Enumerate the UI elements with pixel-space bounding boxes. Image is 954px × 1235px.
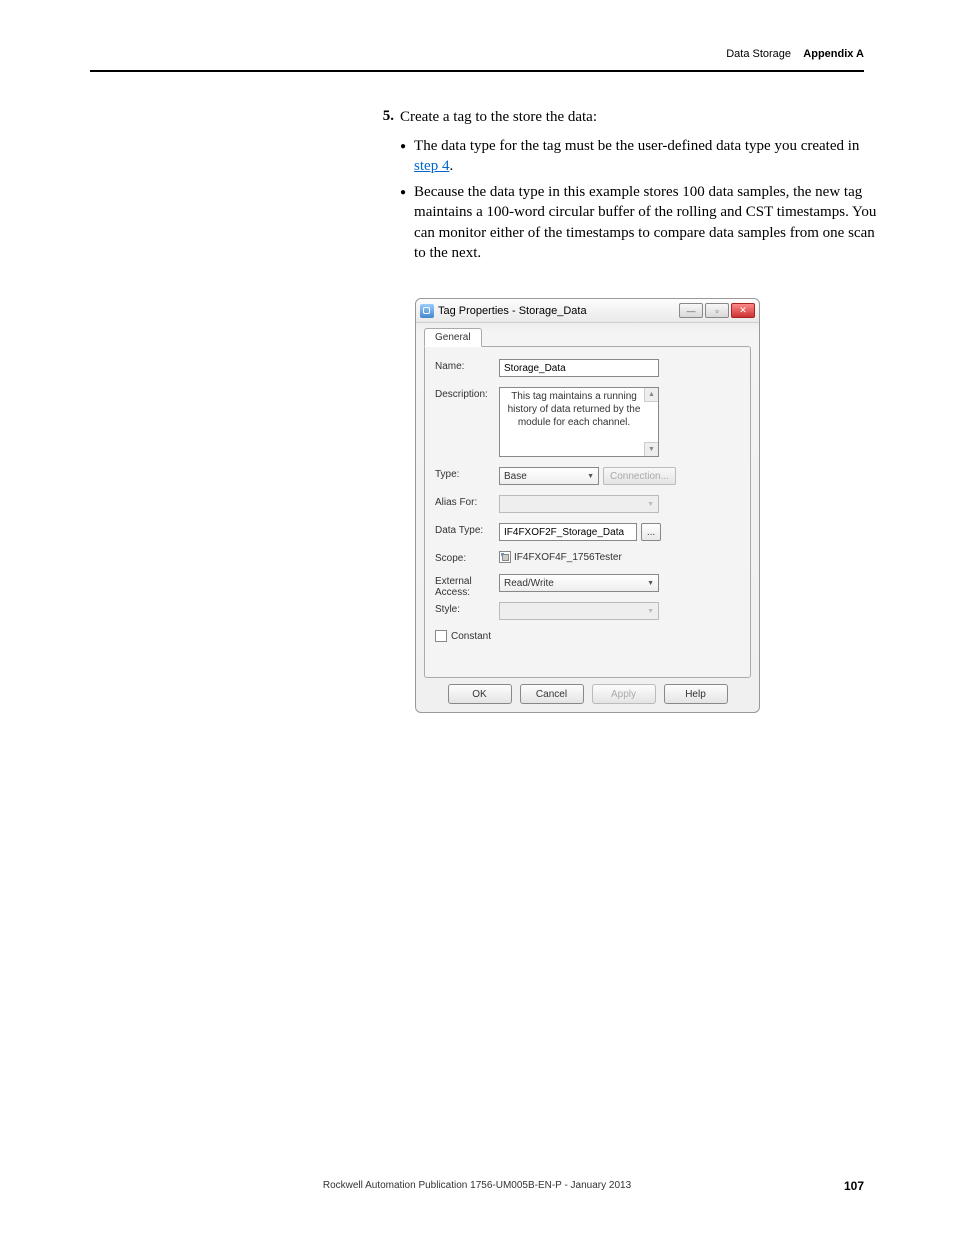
extaccess-value: Read/Write: [504, 578, 554, 589]
tab-row: General: [416, 323, 759, 346]
scope-row: Scope: IF4FXOF4F_1756Tester: [435, 551, 740, 564]
chevron-down-icon: ▼: [647, 608, 654, 615]
description-text: This tag maintains a running history of …: [502, 390, 656, 429]
window-buttons: — ▫ ✕: [679, 303, 755, 318]
constant-label: Constant: [451, 631, 491, 642]
constant-checkbox[interactable]: [435, 630, 447, 642]
name-label: Name:: [435, 359, 499, 372]
chevron-down-icon: ▼: [647, 501, 654, 508]
close-button[interactable]: ✕: [731, 303, 755, 318]
ok-button[interactable]: OK: [448, 684, 512, 704]
bullet-pre: The data type for the tag must be the us…: [414, 138, 859, 154]
description-textarea[interactable]: This tag maintains a running history of …: [499, 387, 659, 457]
scope-value: IF4FXOF4F_1756Tester: [514, 552, 622, 563]
scope-label: Scope:: [435, 551, 499, 564]
bullet-post: .: [449, 158, 453, 174]
tag-properties-dialog: Tag Properties - Storage_Data — ▫ ✕ Gene…: [415, 298, 760, 713]
minimize-button[interactable]: —: [679, 303, 703, 318]
alias-label: Alias For:: [435, 495, 499, 508]
datatype-row: Data Type: ...: [435, 523, 740, 541]
header-appendix: Appendix A: [803, 48, 864, 60]
alias-dropdown: ▼: [499, 495, 659, 513]
browse-button[interactable]: ...: [641, 523, 661, 541]
general-tab[interactable]: General: [424, 328, 482, 347]
controller-icon: [499, 551, 511, 563]
bullet-text: The data type for the tag must be the us…: [414, 136, 880, 177]
step-number: 5.: [370, 108, 394, 125]
style-row: Style: ▼: [435, 602, 740, 620]
name-input[interactable]: [499, 359, 659, 377]
body-content: 5. Create a tag to the store the data: ●…: [370, 108, 880, 269]
bullet-text: Because the data type in this example st…: [414, 182, 880, 263]
dialog-title: Tag Properties - Storage_Data: [438, 305, 679, 317]
style-dropdown: ▼: [499, 602, 659, 620]
scope-value-wrap: IF4FXOF4F_1756Tester: [499, 551, 622, 563]
dialog-button-row: OK Cancel Apply Help: [416, 678, 759, 712]
constant-row: Constant: [435, 630, 740, 642]
extaccess-dropdown[interactable]: Read/Write ▼: [499, 574, 659, 592]
step4-link[interactable]: step 4: [414, 158, 449, 174]
page-number: 107: [844, 1179, 864, 1193]
page-footer: Rockwell Automation Publication 1756-UM0…: [0, 1175, 954, 1193]
apply-button: Apply: [592, 684, 656, 704]
chevron-down-icon: ▼: [587, 473, 594, 480]
help-button[interactable]: Help: [664, 684, 728, 704]
step-text: Create a tag to the store the data:: [400, 108, 597, 128]
scroll-up-icon[interactable]: ▲: [644, 388, 658, 402]
connection-button: Connection...: [603, 467, 676, 485]
dialog-titlebar[interactable]: Tag Properties - Storage_Data — ▫ ✕: [416, 299, 759, 323]
datatype-label: Data Type:: [435, 523, 499, 536]
type-dropdown[interactable]: Base ▼: [499, 467, 599, 485]
maximize-button[interactable]: ▫: [705, 303, 729, 318]
extaccess-label: External Access:: [435, 574, 499, 598]
footer-text: Rockwell Automation Publication 1756-UM0…: [323, 1180, 631, 1191]
datatype-input[interactable]: [499, 523, 637, 541]
app-icon: [420, 304, 434, 318]
header-section: Data Storage: [726, 48, 791, 60]
type-value: Base: [504, 471, 527, 482]
extaccess-row: External Access: Read/Write ▼: [435, 574, 740, 598]
tab-content: Name: Description: This tag maintains a …: [424, 346, 751, 678]
scroll-down-icon[interactable]: ▼: [644, 442, 658, 456]
bullet-item: ● Because the data type in this example …: [400, 182, 880, 263]
bullet-dot: ●: [400, 141, 406, 152]
header-label: Data Storage Appendix A: [726, 48, 864, 60]
description-row: Description: This tag maintains a runnin…: [435, 387, 740, 457]
type-label: Type:: [435, 467, 499, 480]
bullet-item: ● The data type for the tag must be the …: [400, 136, 880, 177]
type-row: Type: Base ▼ Connection...: [435, 467, 740, 485]
name-row: Name:: [435, 359, 740, 377]
page-header: Data Storage Appendix A: [90, 52, 864, 72]
bullet-dot: ●: [400, 187, 406, 198]
description-label: Description:: [435, 387, 499, 400]
alias-row: Alias For: ▼: [435, 495, 740, 513]
cancel-button[interactable]: Cancel: [520, 684, 584, 704]
chevron-down-icon: ▼: [647, 580, 654, 587]
style-label: Style:: [435, 602, 499, 615]
step-row: 5. Create a tag to the store the data:: [370, 108, 880, 128]
